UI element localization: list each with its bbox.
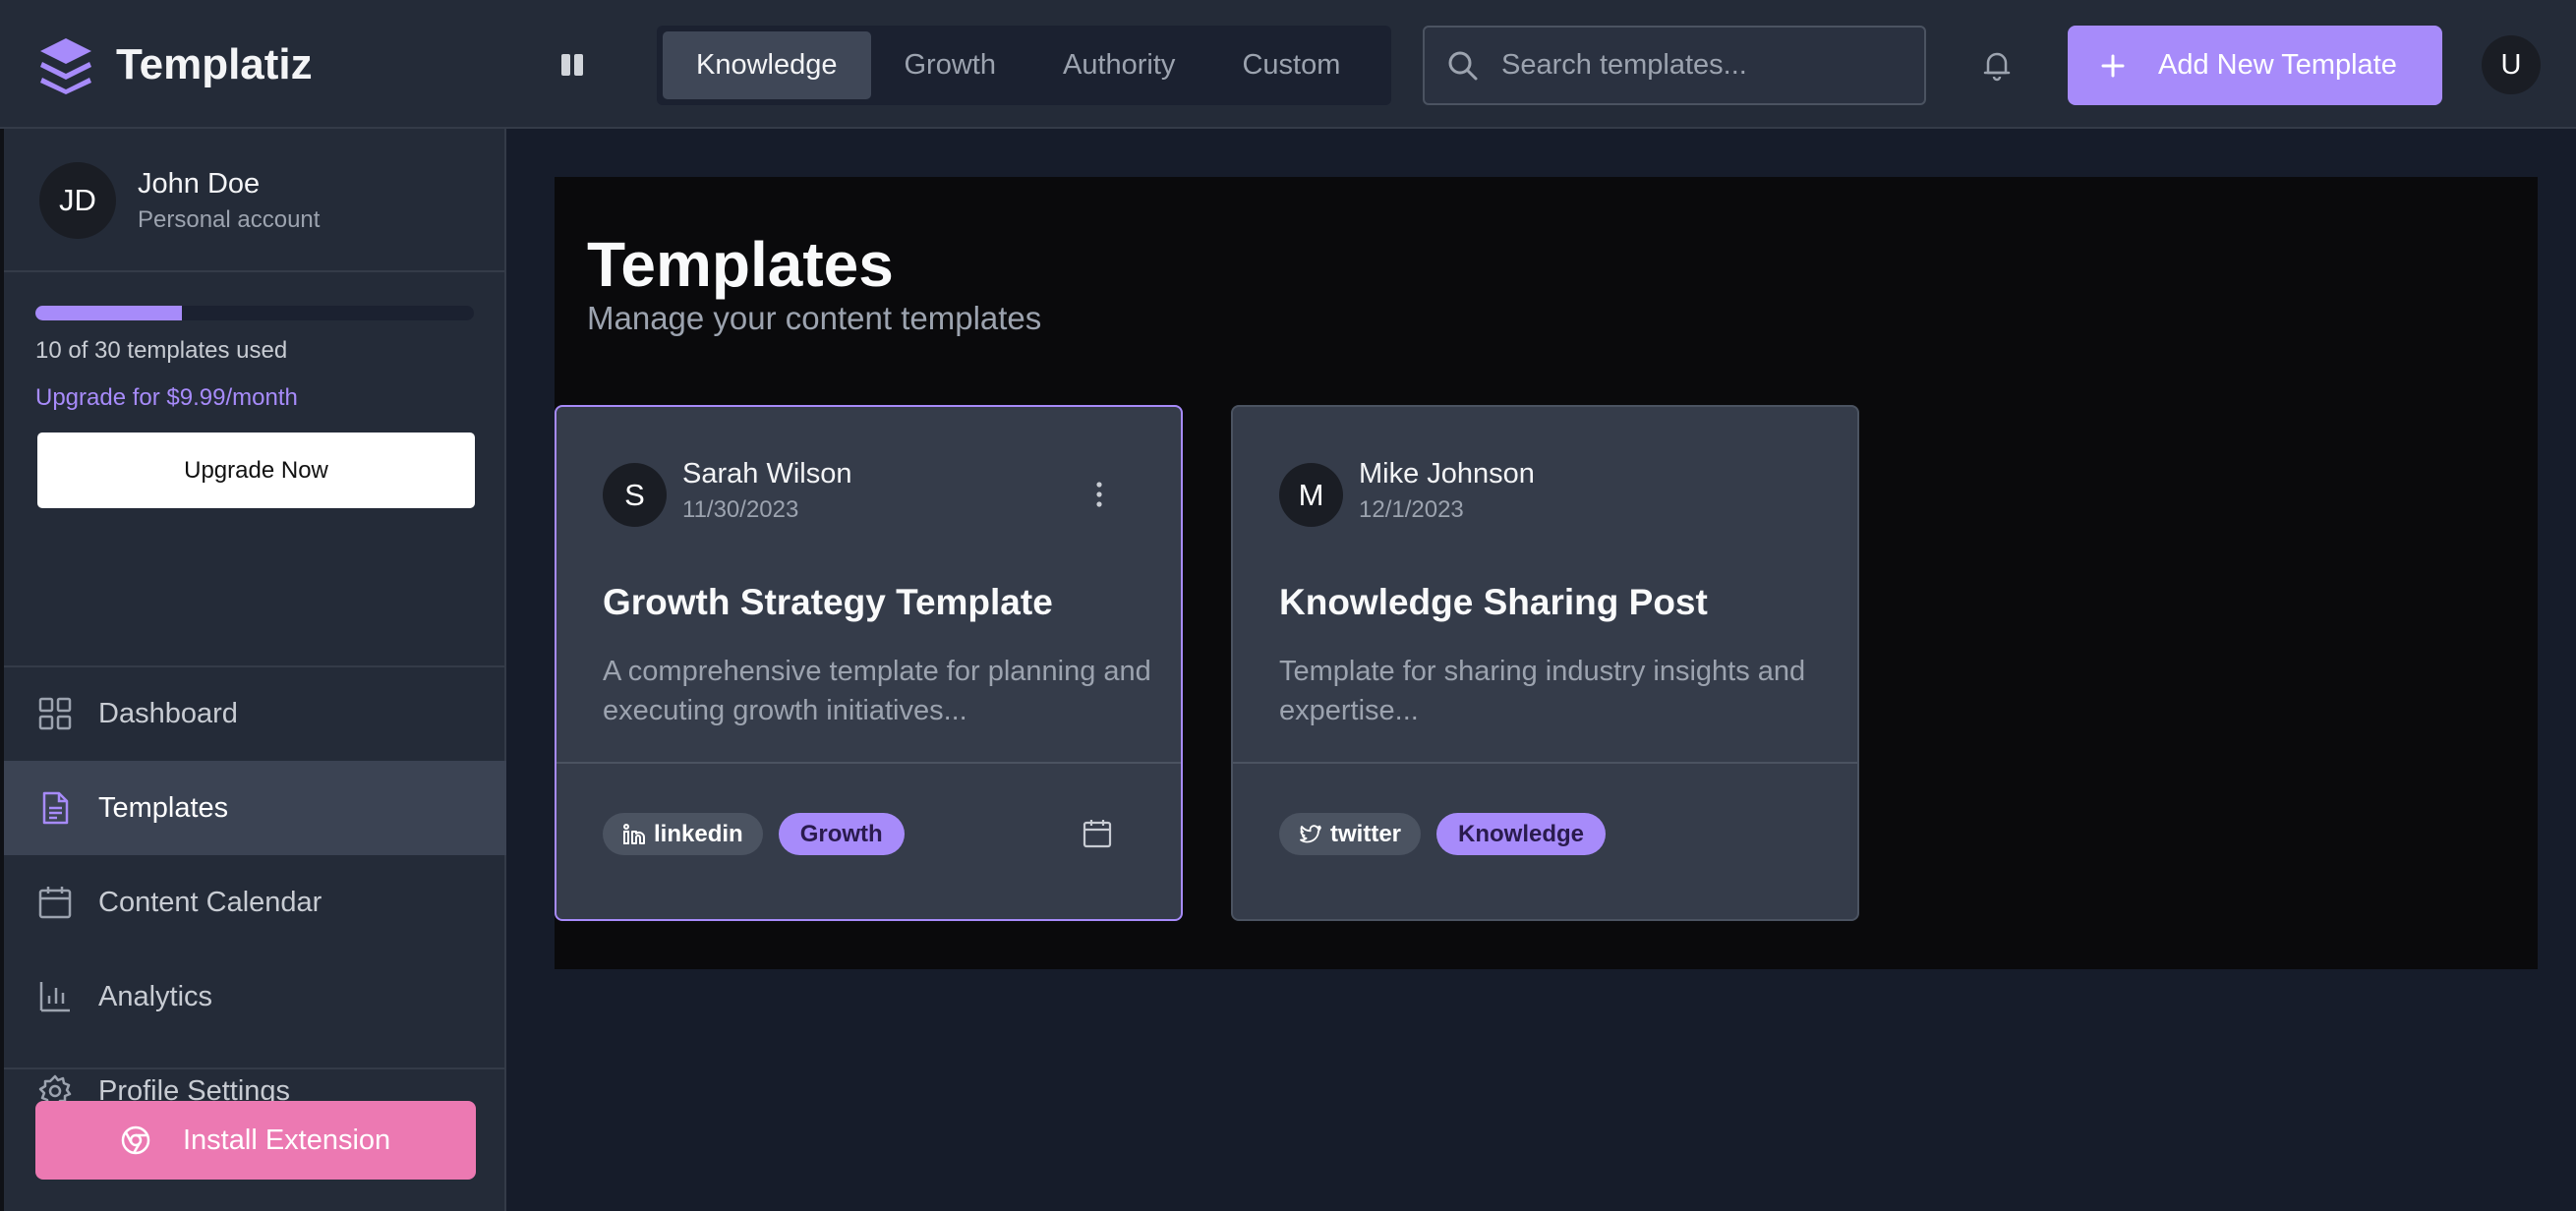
sidebar: JD John Doe Personal account 10 of 30 te… bbox=[0, 129, 506, 1211]
document-icon bbox=[42, 791, 69, 825]
search-box bbox=[1423, 26, 1926, 105]
profile-account-type: Personal account bbox=[138, 206, 321, 233]
category-badge: Growth bbox=[778, 813, 905, 855]
calendar-icon bbox=[38, 887, 72, 919]
layers-icon bbox=[40, 38, 91, 94]
author-name: Mike Johnson bbox=[1359, 458, 1535, 490]
template-description: Template for sharing industry insights a… bbox=[1279, 656, 1806, 726]
category-tabs: Knowledge Growth Authority Custom bbox=[657, 26, 1391, 105]
add-new-template-label: Add New Template bbox=[2158, 49, 2397, 81]
platform-label: linkedin bbox=[654, 820, 743, 847]
sidebar-footer: Install Extension bbox=[4, 1067, 506, 1211]
sidebar-item-label: Dashboard bbox=[98, 697, 238, 729]
sidebar-item-templates[interactable]: Templates bbox=[4, 761, 506, 855]
schedule-calendar-icon[interactable] bbox=[1082, 818, 1113, 854]
template-date: 11/30/2023 bbox=[682, 496, 799, 523]
sidebar-item-dashboard[interactable]: Dashboard bbox=[4, 666, 506, 761]
category-badge: Knowledge bbox=[1436, 813, 1607, 855]
template-date: 12/1/2023 bbox=[1359, 496, 1464, 523]
search-input[interactable] bbox=[1501, 49, 1914, 82]
sidebar-toggle-icon[interactable] bbox=[558, 51, 586, 79]
page-title: Templates bbox=[587, 229, 894, 300]
usage-progress-fill bbox=[35, 306, 182, 320]
add-new-template-button[interactable]: Add New Template bbox=[2068, 26, 2442, 105]
tab-knowledge[interactable]: Knowledge bbox=[663, 31, 871, 99]
author-avatar: M bbox=[1279, 463, 1343, 527]
template-card[interactable]: M Mike Johnson 12/1/2023 Knowledge Shari… bbox=[1231, 405, 1859, 921]
bar-chart-icon bbox=[39, 982, 70, 1012]
top-bar: Templatiz Knowledge Growth Authority Cus… bbox=[0, 0, 2576, 129]
install-extension-button[interactable]: Install Extension bbox=[35, 1101, 476, 1180]
bell-icon[interactable] bbox=[1979, 47, 2015, 87]
author-avatar: S bbox=[603, 463, 667, 527]
page-subtitle: Manage your content templates bbox=[587, 300, 1042, 336]
sidebar-item-label: Content Calendar bbox=[98, 886, 322, 918]
grid-icon bbox=[38, 697, 72, 730]
tab-custom[interactable]: Custom bbox=[1208, 31, 1374, 99]
profile-section[interactable]: JD John Doe Personal account bbox=[4, 129, 506, 272]
template-card[interactable]: S Sarah Wilson 11/30/2023 Growth Strateg… bbox=[555, 405, 1183, 921]
card-divider bbox=[556, 762, 1181, 764]
search-icon bbox=[1448, 51, 1478, 80]
upgrade-price-link[interactable]: Upgrade for $9.99/month bbox=[35, 384, 298, 412]
user-avatar[interactable]: U bbox=[2482, 35, 2541, 94]
more-vertical-icon[interactable] bbox=[1087, 480, 1111, 514]
install-extension-label: Install Extension bbox=[183, 1124, 391, 1156]
app-logo[interactable]: Templatiz bbox=[37, 35, 313, 94]
linkedin-icon bbox=[623, 823, 645, 844]
card-tags: twitter Knowledge bbox=[1279, 813, 1607, 855]
usage-progress-bar bbox=[35, 306, 474, 320]
platform-tag: twitter bbox=[1279, 813, 1421, 855]
twitter-icon bbox=[1300, 824, 1321, 842]
author-name: Sarah Wilson bbox=[682, 458, 852, 490]
template-description: A comprehensive template for planning an… bbox=[603, 656, 1151, 726]
sidebar-item-analytics[interactable]: Analytics bbox=[4, 950, 506, 1044]
sidebar-item-content-calendar[interactable]: Content Calendar bbox=[4, 855, 506, 950]
sidebar-item-label: Analytics bbox=[98, 980, 213, 1012]
sidebar-item-label: Templates bbox=[98, 791, 229, 824]
usage-section: 10 of 30 templates used Upgrade for $9.9… bbox=[4, 274, 506, 667]
card-tags: linkedin Growth bbox=[603, 813, 905, 855]
upgrade-now-button[interactable]: Upgrade Now bbox=[37, 432, 475, 508]
template-title: Knowledge Sharing Post bbox=[1279, 582, 1708, 622]
usage-text: 10 of 30 templates used bbox=[35, 337, 288, 364]
tab-authority[interactable]: Authority bbox=[1029, 31, 1208, 99]
profile-avatar: JD bbox=[39, 162, 116, 239]
plus-icon bbox=[2101, 54, 2125, 77]
platform-label: twitter bbox=[1330, 820, 1401, 847]
templates-panel: Templates Manage your content templates … bbox=[555, 177, 2538, 969]
card-divider bbox=[1233, 762, 1857, 764]
template-title: Growth Strategy Template bbox=[603, 582, 1053, 622]
profile-name: John Doe bbox=[138, 168, 261, 200]
tab-growth[interactable]: Growth bbox=[871, 31, 1029, 99]
chrome-icon bbox=[121, 1125, 150, 1155]
platform-tag: linkedin bbox=[603, 813, 763, 855]
app-name: Templatiz bbox=[116, 40, 313, 88]
